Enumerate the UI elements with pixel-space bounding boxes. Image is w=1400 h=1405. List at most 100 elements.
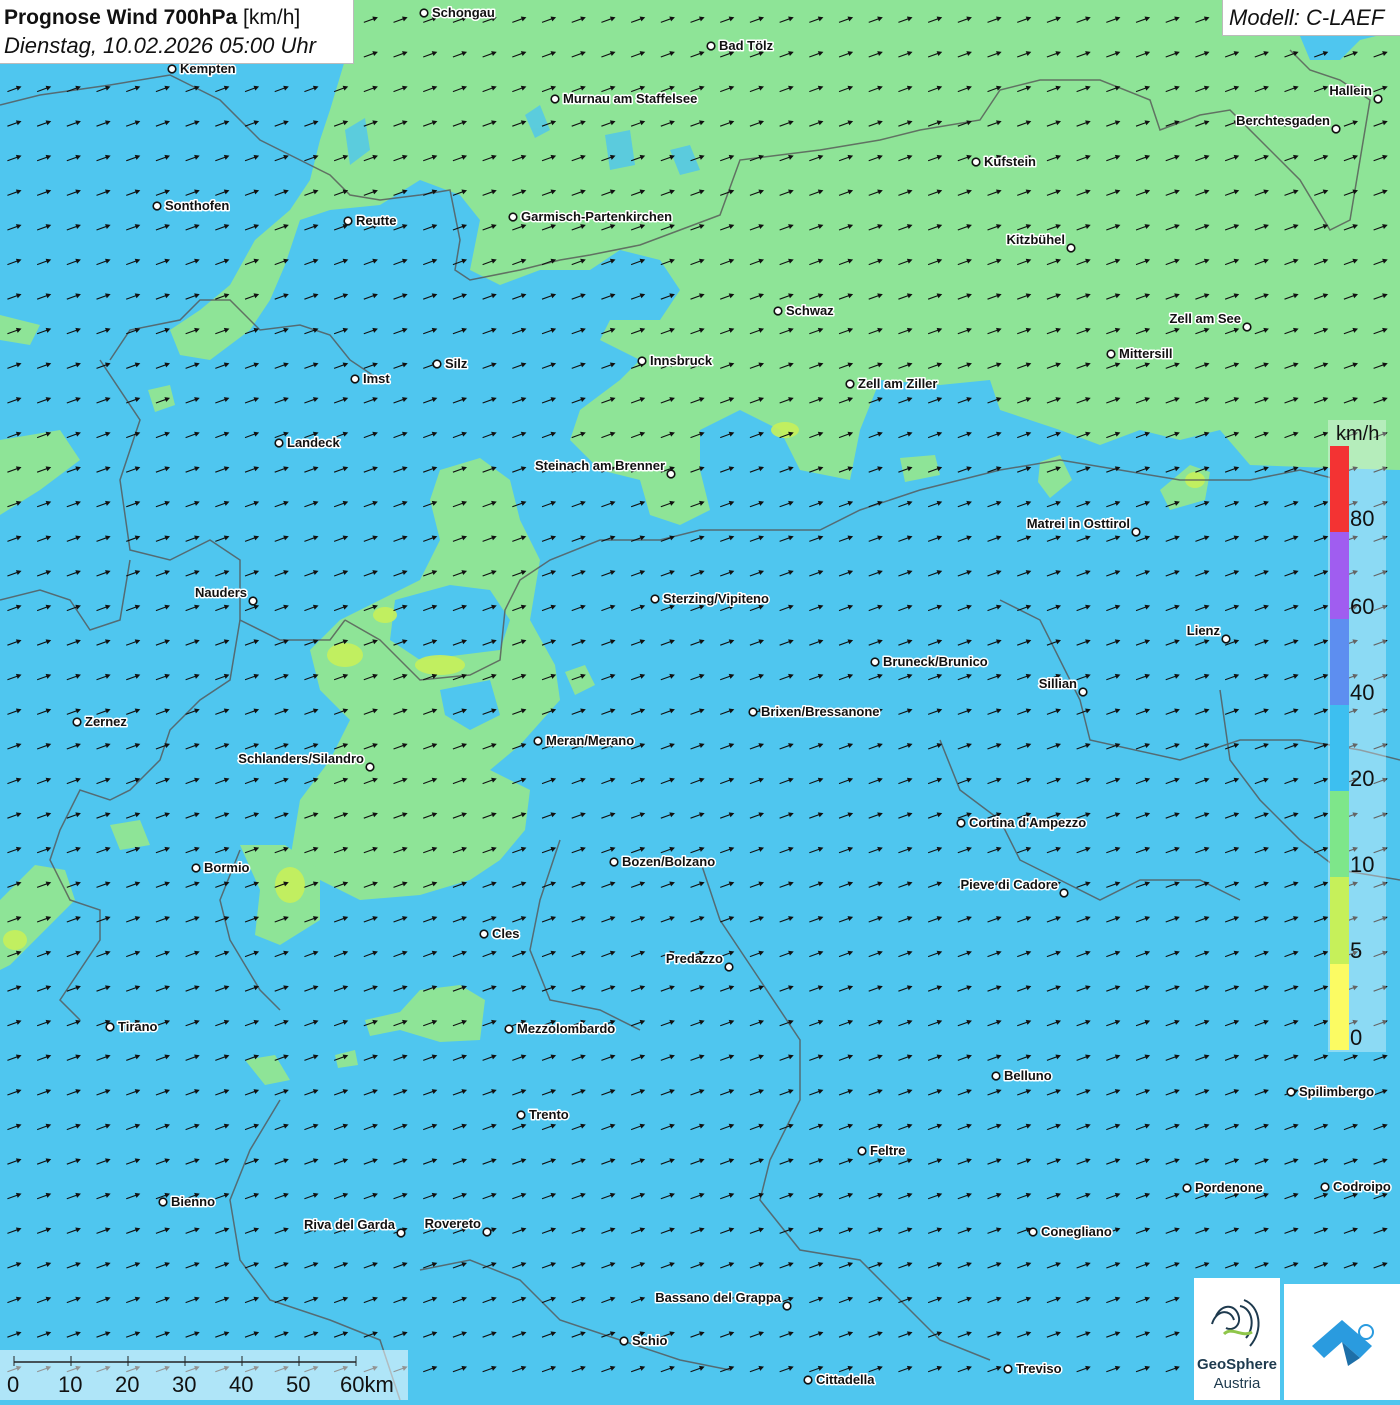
- city-dot: [504, 1024, 514, 1034]
- city-marker: Spilimbergo: [1286, 1083, 1376, 1101]
- city-dot: [857, 1146, 867, 1156]
- city-label: Hallein: [1329, 83, 1372, 98]
- city-dot: [991, 1071, 1001, 1081]
- city-label: Trento: [529, 1107, 569, 1122]
- legend-unit: km/h: [1336, 423, 1380, 445]
- city-label: Mittersill: [1119, 346, 1172, 361]
- legend-color-segment: [1330, 963, 1349, 1051]
- city-label: Silz: [445, 356, 468, 371]
- city-label: Bruneck/Brunico: [883, 654, 988, 669]
- scale-label-30: 30: [172, 1372, 197, 1397]
- city-dot: [1242, 322, 1252, 332]
- city-label: Predazzo: [666, 951, 723, 966]
- city-label: Bormio: [204, 860, 250, 875]
- city-dot: [158, 1197, 168, 1207]
- city-dot: [1106, 349, 1116, 359]
- city-label: Sillian: [1039, 676, 1077, 691]
- city-dot: [191, 863, 201, 873]
- wind-map: SchongauKemptenBad TölzMurnau am Staffel…: [0, 0, 1400, 1400]
- city-label: Nauders: [195, 585, 247, 600]
- city-dot: [432, 359, 442, 369]
- app-logo-icon: [1312, 1320, 1374, 1366]
- city-label: Cittadella: [816, 1372, 875, 1387]
- city-marker: Meran/Merano: [533, 732, 636, 750]
- scale-label-40: 40: [229, 1372, 254, 1397]
- legend-tick-20: 20: [1350, 766, 1375, 791]
- city-dot: [706, 41, 716, 51]
- city-label: Bienno: [171, 1194, 215, 1209]
- legend-color-segment: [1330, 877, 1349, 964]
- city-dot: [550, 94, 560, 104]
- city-dot: [350, 374, 360, 384]
- city-dot: [1182, 1183, 1192, 1193]
- city-dot: [748, 707, 758, 717]
- city-label: Steinach am Brenner: [535, 458, 665, 473]
- city-dot: [1059, 888, 1069, 898]
- city-label: Innsbruck: [650, 353, 713, 368]
- city-dot: [666, 469, 676, 479]
- city-label: Belluno: [1004, 1068, 1052, 1083]
- city-marker: Mezzolombardo: [504, 1020, 617, 1038]
- city-dot: [1028, 1227, 1038, 1237]
- scale-label-10: 10: [58, 1372, 83, 1397]
- city-label: Kufstein: [984, 154, 1036, 169]
- city-dot: [619, 1336, 629, 1346]
- forecast-datetime: Dienstag, 10.02.2026 05:00 Uhr: [4, 33, 316, 58]
- legend-color-segment: [1330, 618, 1349, 705]
- city-dot: [167, 64, 177, 74]
- geosphere-logo: GeoSphere Austria: [1194, 1278, 1280, 1400]
- city-label: Mezzolombardo: [517, 1021, 615, 1036]
- city-label: Cortina d'Ampezzo: [969, 815, 1086, 830]
- city-dot: [1286, 1087, 1296, 1097]
- scale-label-50: 50: [286, 1372, 311, 1397]
- legend-tick-80: 80: [1350, 506, 1375, 531]
- city-label: Berchtesgaden: [1236, 113, 1330, 128]
- city-dot: [274, 438, 284, 448]
- city-dot: [609, 857, 619, 867]
- city-label: Pordenone: [1195, 1180, 1263, 1195]
- city-marker: Bozen/Bolzano: [609, 853, 717, 871]
- city-label: Kitzbühel: [1007, 232, 1066, 247]
- city-dot: [870, 657, 880, 667]
- city-label: Murnau am Staffelsee: [563, 91, 697, 106]
- city-label: Spilimbergo: [1299, 1084, 1374, 1099]
- city-label: Garmisch-Partenkirchen: [521, 209, 672, 224]
- city-dot: [248, 596, 258, 606]
- city-label: Tirano: [118, 1019, 158, 1034]
- city-dot: [971, 157, 981, 167]
- city-dot: [343, 216, 353, 226]
- city-marker: Bruneck/Brunico: [870, 653, 989, 671]
- map-title-unit: [km/h]: [243, 6, 301, 29]
- city-label: Landeck: [287, 435, 341, 450]
- city-marker: Cortina d'Ampezzo: [956, 814, 1088, 832]
- city-marker: Murnau am Staffelsee: [550, 90, 699, 108]
- city-dot: [773, 306, 783, 316]
- city-dot: [152, 201, 162, 211]
- city-dot: [105, 1022, 115, 1032]
- city-dot: [1078, 687, 1088, 697]
- city-dot: [72, 717, 82, 727]
- legend-color-segment: [1330, 704, 1349, 792]
- legend-color-segment: [1330, 446, 1349, 533]
- scale-label-0: 0: [7, 1372, 20, 1397]
- city-dot: [419, 8, 429, 18]
- logo-name: GeoSphere: [1196, 1356, 1278, 1373]
- city-marker: Garmisch-Partenkirchen: [508, 208, 674, 226]
- city-label: Lienz: [1187, 623, 1221, 638]
- legend-tick-5: 5: [1350, 938, 1363, 963]
- legend-color-segment: [1330, 532, 1349, 619]
- city-label: Schio: [632, 1333, 667, 1348]
- legend-tick-40: 40: [1350, 680, 1375, 705]
- city-label: Pieve di Cadore: [960, 877, 1058, 892]
- legend-tick-10: 10: [1350, 852, 1375, 877]
- city-marker: Innsbruck: [637, 352, 714, 370]
- city-marker: Brixen/Bressanone: [748, 703, 881, 721]
- city-dot: [724, 962, 734, 972]
- scale-label-20: 20: [115, 1372, 140, 1397]
- city-label: Sterzing/Vipiteno: [663, 591, 769, 606]
- scale-bar: 0 10 20 30 40 50 60km: [0, 1350, 408, 1400]
- city-dot: [479, 929, 489, 939]
- city-dot: [1320, 1182, 1330, 1192]
- city-dot: [650, 594, 660, 604]
- city-label: Meran/Merano: [546, 733, 634, 748]
